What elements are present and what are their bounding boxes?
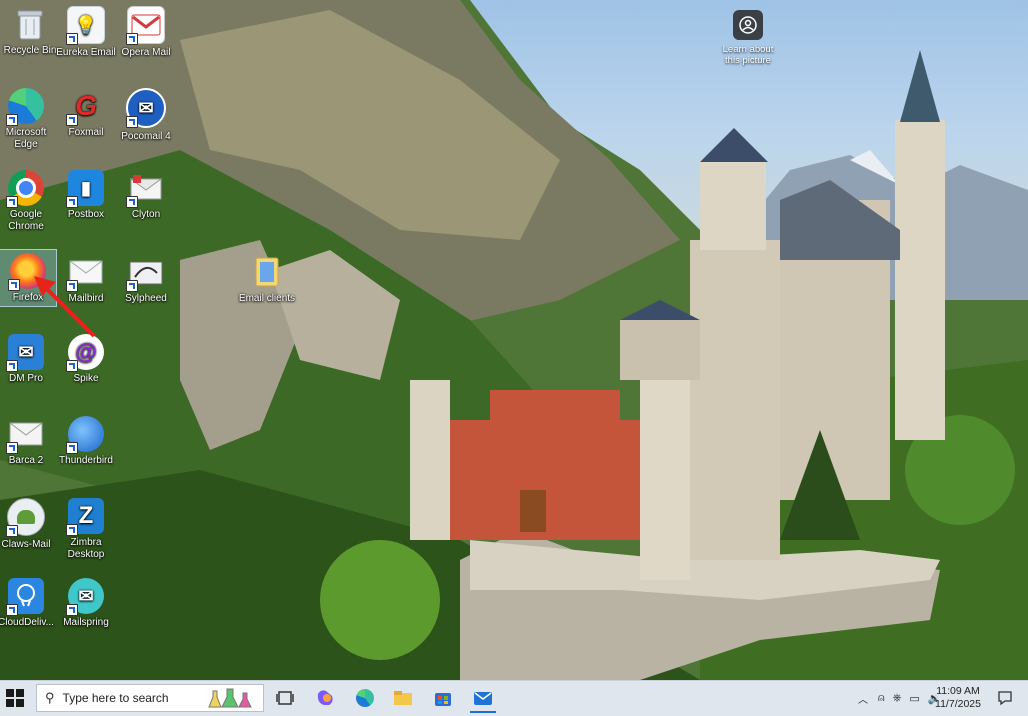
desktop-icon-label: Recycle Bin — [3, 45, 57, 56]
desktop-icon-mailspring[interactable]: ✉ Mailspring — [56, 578, 116, 629]
postbox-icon: ▮ — [66, 170, 104, 208]
learn-about-picture[interactable]: Learn about this picture — [716, 10, 780, 66]
desktop-icon-label: Postbox — [67, 209, 105, 220]
desktop-icon-label: Email clients — [238, 293, 296, 304]
search-icon: ⚲ — [45, 690, 55, 705]
desktop-icon-label: DM Pro — [9, 373, 43, 384]
microsoft-store-button[interactable] — [430, 685, 456, 711]
taskbar-edge-button[interactable] — [352, 685, 378, 711]
folder-icon — [249, 254, 285, 290]
file-explorer-button[interactable] — [390, 685, 416, 711]
foxmail-icon: G — [66, 88, 104, 126]
start-button[interactable] — [6, 689, 24, 707]
desktop-icon-label: Foxmail — [68, 127, 104, 138]
desktop-icon-label: Thunderbird — [59, 455, 113, 466]
clouddeliver-icon — [6, 578, 44, 616]
sylpheed-icon — [126, 254, 164, 292]
thunderbird-icon — [66, 416, 104, 454]
desktop-icon-label: Barca 2 — [8, 455, 44, 466]
desktop-icon-label: CloudDeliv... — [0, 617, 54, 628]
notifications-button[interactable] — [992, 685, 1018, 711]
desktop-icon-label: Spike — [73, 373, 99, 384]
desktop-icon-eureka-email[interactable]: 💡 Eureka Email — [56, 6, 116, 59]
task-view-button[interactable] — [272, 685, 298, 711]
chrome-icon — [6, 170, 44, 208]
desktop-icon-email-clients-folder[interactable]: Email clients — [232, 254, 302, 305]
clock-time: 11:09 AM — [936, 685, 980, 697]
desktop-icon-label: Microsoft Edge — [5, 127, 47, 150]
mailspring-icon: ✉ — [66, 578, 104, 616]
camera-info-icon — [733, 10, 763, 40]
taskbar-mail-app-button[interactable] — [470, 685, 496, 713]
desktop-icon-opera-mail[interactable]: Opera Mail — [116, 6, 176, 59]
desktop-icon-label: Claws-Mail — [1, 539, 51, 550]
network-icon[interactable]: ▭ — [909, 692, 919, 705]
desktop-icon-claws-mail[interactable]: Claws-Mail — [0, 498, 56, 551]
desktop-icon-label: Pocomail 4 — [121, 131, 171, 142]
desktop-icon-label: Opera Mail — [121, 47, 171, 58]
desktop-icon-pocomail[interactable]: ✉ Pocomail 4 — [116, 88, 176, 143]
clyton-icon — [126, 170, 164, 208]
desktop-icon-microsoft-edge[interactable]: Microsoft Edge — [0, 88, 56, 151]
desktop-icon-recycle-bin[interactable]: Recycle Bin — [0, 6, 60, 57]
windows-logo-icon — [6, 689, 24, 707]
desktop-icon-label: Clyton — [131, 209, 161, 220]
desktop-icon-thunderbird[interactable]: Thunderbird — [56, 416, 116, 467]
opera-mail-icon — [126, 6, 165, 45]
desktop-icon-label: Eureka Email — [56, 47, 116, 58]
annotation-arrow — [34, 276, 96, 338]
pocomail-icon: ✉ — [126, 88, 166, 128]
search-highlight-icon — [207, 687, 255, 709]
desktop-icon-label: Google Chrome — [8, 209, 44, 232]
zimbra-icon: Z — [66, 498, 104, 536]
desktop-icon-sylpheed[interactable]: Sylpheed — [116, 254, 176, 305]
taskbar: ⚲ Type here to search ︿ ⍝ ⎈ ▭ 🔉 11:09 AM… — [0, 680, 1028, 716]
edge-icon — [6, 88, 44, 126]
desktop-icon-barca[interactable]: Barca 2 — [0, 416, 56, 467]
store-icon — [435, 693, 451, 706]
onedrive-icon[interactable]: ⎈ — [893, 692, 902, 705]
recycle-bin-icon — [12, 6, 48, 42]
barca-icon — [6, 416, 44, 454]
clock-date: 11/7/2025 — [935, 698, 981, 710]
edge-icon — [356, 689, 374, 707]
desktop-icon-google-chrome[interactable]: Google Chrome — [0, 170, 56, 233]
show-hidden-icons-chevron-up-icon[interactable]: ︿ — [858, 691, 868, 706]
desktop-icon-postbox[interactable]: ▮ Postbox — [56, 170, 116, 221]
desktop-icon-label: Mailspring — [63, 617, 109, 628]
notification-icon — [998, 691, 1012, 706]
eureka-email-icon: 💡 — [66, 6, 105, 45]
folder-icon — [394, 691, 412, 705]
desktop-icon-clouddeliver[interactable]: CloudDeliv... — [0, 578, 56, 629]
desktop-icon-clyton[interactable]: Clyton — [116, 170, 176, 221]
task-view-icon — [276, 691, 294, 705]
accessibility-icon[interactable]: ⍝ — [878, 692, 885, 705]
copilot-button[interactable] — [312, 685, 338, 711]
desktop-icon-label: Sylpheed — [125, 293, 167, 304]
desktop-icon-foxmail[interactable]: G Foxmail — [56, 88, 116, 139]
mail-app-icon — [474, 692, 492, 705]
learn-about-picture-label: Learn about this picture — [722, 44, 774, 66]
search-placeholder: Type here to search — [62, 691, 169, 705]
taskbar-clock[interactable]: 11:09 AM 11/7/2025 — [926, 685, 990, 711]
desktop-icon-label: Zimbra Desktop — [67, 537, 105, 560]
desktop-icon-zimbra-desktop[interactable]: Z Zimbra Desktop — [56, 498, 116, 561]
claws-mail-icon — [6, 498, 45, 537]
copilot-icon — [317, 690, 333, 705]
taskbar-search-box[interactable]: ⚲ Type here to search — [36, 684, 264, 712]
